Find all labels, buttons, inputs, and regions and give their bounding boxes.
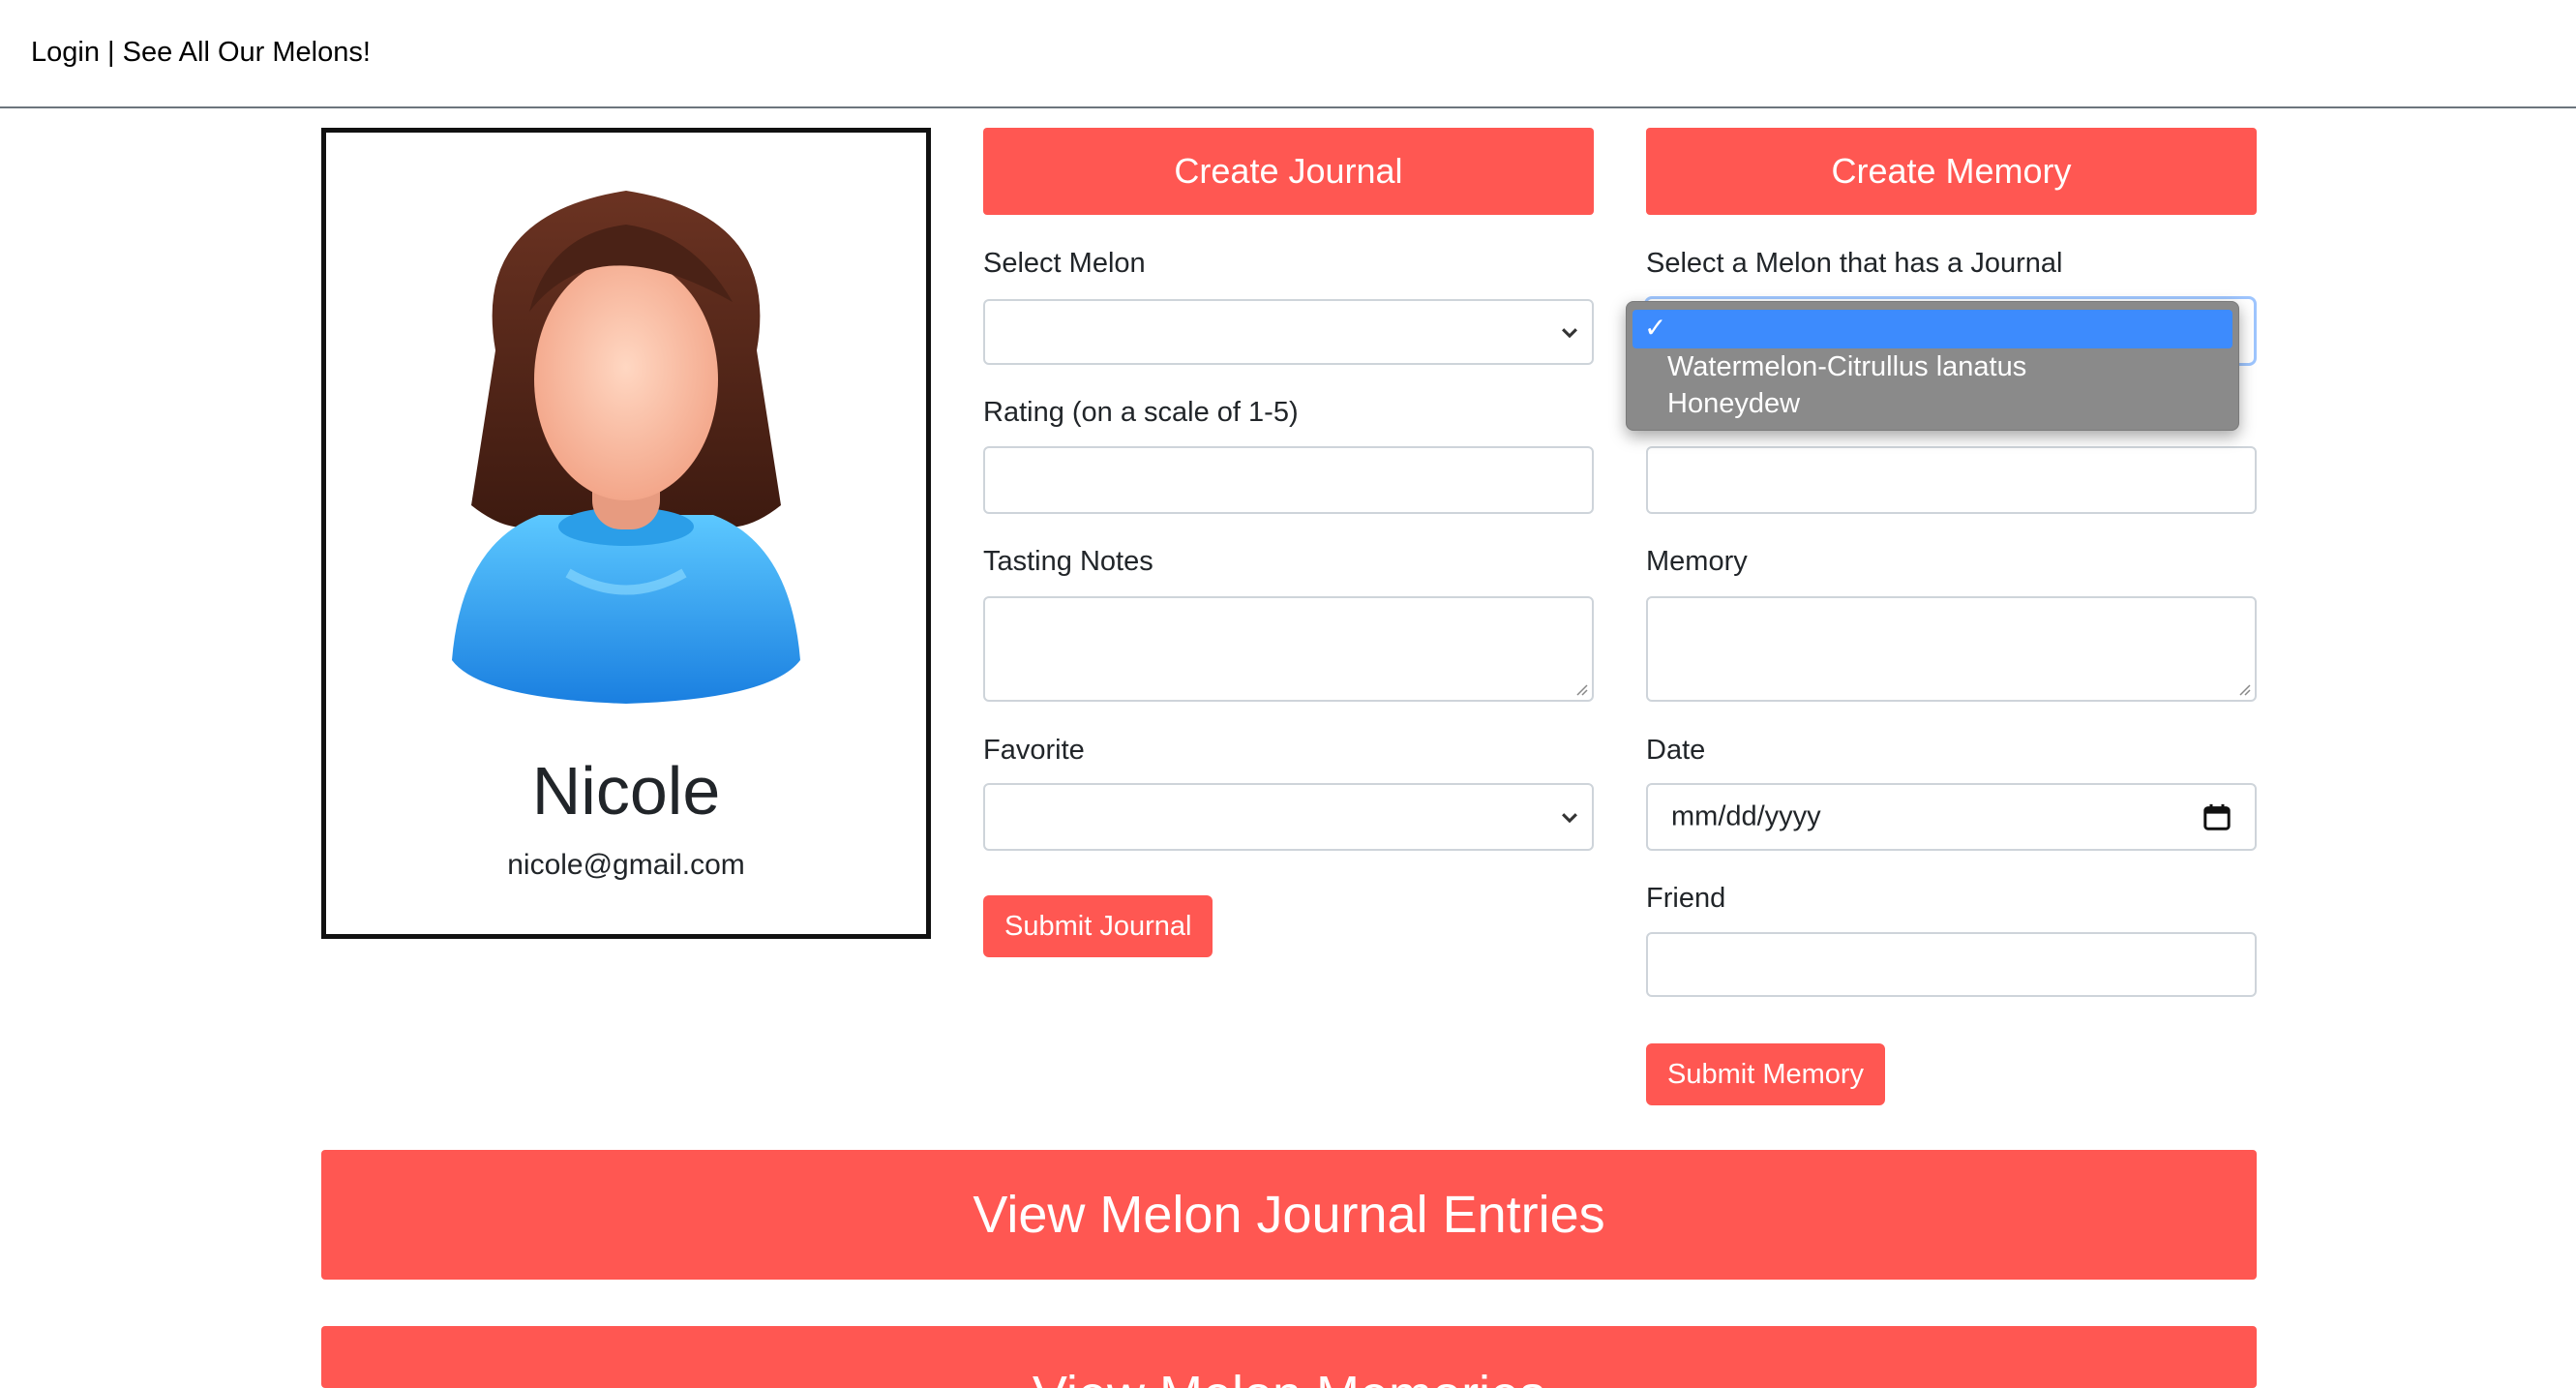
top-navbar: Login | See All Our Melons!	[0, 0, 2576, 108]
see-all-melons-link[interactable]: See All Our Melons!	[123, 37, 371, 68]
rating-input[interactable]	[983, 446, 1594, 514]
view-journal-entries-button[interactable]: View Melon Journal Entries	[321, 1150, 2257, 1280]
favorite-label: Favorite	[983, 735, 1085, 766]
friend-input[interactable]	[1646, 932, 2257, 997]
submit-memory-button[interactable]: Submit Memory	[1646, 1043, 1886, 1105]
nav-links: Login | See All Our Melons!	[31, 37, 371, 69]
date-input[interactable]: mm/dd/yyyy	[1646, 783, 2257, 851]
create-memory-button[interactable]: Create Memory	[1646, 128, 2257, 215]
login-link[interactable]: Login	[31, 37, 100, 68]
rating-label: Rating (on a scale of 1-5)	[983, 397, 1299, 428]
checkmark-icon: ✓	[1644, 313, 1667, 343]
select-melon-label: Select Melon	[983, 248, 1146, 279]
select-melon-dropdown[interactable]	[983, 299, 1594, 365]
profile-name: Nicole	[531, 753, 721, 829]
profile-card: Nicole nicole@gmail.com	[321, 128, 931, 939]
calendar-icon[interactable]	[2202, 801, 2232, 832]
select-journal-melon-label: Select a Melon that has a Journal	[1646, 248, 2063, 279]
memory-label: Memory	[1646, 546, 1748, 577]
submit-journal-button[interactable]: Submit Journal	[983, 895, 1213, 957]
resize-grip-icon[interactable]	[2235, 680, 2251, 696]
tasting-notes-label: Tasting Notes	[983, 546, 1153, 577]
friend-label: Friend	[1646, 883, 1726, 914]
tasting-notes-textarea[interactable]	[983, 596, 1594, 702]
memory-textarea[interactable]	[1646, 596, 2257, 702]
nav-separator: |	[99, 37, 123, 68]
chevron-down-icon	[1562, 813, 1577, 824]
chevron-down-icon	[1562, 328, 1577, 339]
date-label: Date	[1646, 735, 1706, 766]
create-journal-button[interactable]: Create Journal	[983, 128, 1594, 215]
date-placeholder: mm/dd/yyyy	[1671, 800, 1821, 832]
dropdown-option-watermelon[interactable]: Watermelon-Citrullus lanatus	[1667, 351, 2026, 383]
melon-dropdown-menu: ✓ Watermelon-Citrullus lanatus Honeydew	[1626, 301, 2239, 431]
view-melon-memories-button[interactable]: View Melon Memories	[321, 1326, 2257, 1388]
favorite-dropdown[interactable]	[983, 783, 1594, 851]
user-avatar-icon	[452, 191, 800, 704]
memory-title-input[interactable]	[1646, 446, 2257, 514]
dropdown-option-honeydew[interactable]: Honeydew	[1667, 388, 1800, 420]
dropdown-option-empty[interactable]: ✓	[1632, 310, 2232, 348]
profile-email: nicole@gmail.com	[507, 849, 745, 881]
resize-grip-icon[interactable]	[1573, 680, 1588, 696]
